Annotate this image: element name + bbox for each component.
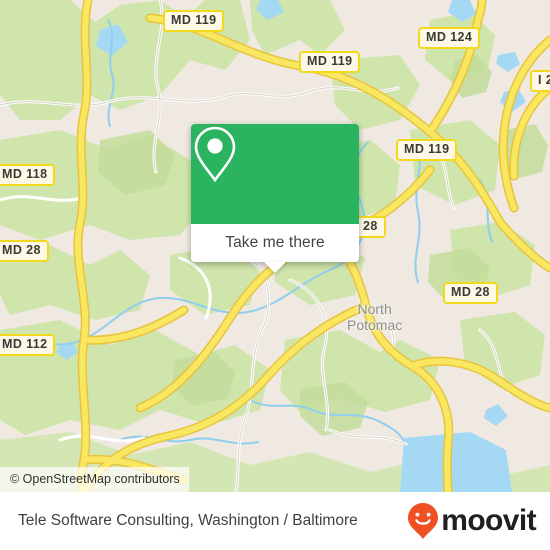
card-image-area xyxy=(191,124,359,224)
card-pointer-tail xyxy=(264,262,286,273)
card-action-area[interactable]: Take me there xyxy=(191,224,359,273)
moovit-pin-smile-icon xyxy=(408,503,439,539)
road-shield: MD 28 xyxy=(443,282,498,304)
map-pin-icon xyxy=(194,126,236,183)
moovit-wordmark: moovit xyxy=(441,504,536,537)
map-canvas[interactable]: MD 119 MD 119 MD 124 I 270 MD 119 MD 118… xyxy=(0,0,550,492)
road-shield: I 270 xyxy=(530,70,550,92)
road-shield: MD 119 xyxy=(163,10,225,32)
road-shield: MD 119 xyxy=(396,139,458,161)
road-shield: MD 124 xyxy=(418,27,481,49)
moovit-logo[interactable]: moovit xyxy=(406,502,537,540)
map-attribution[interactable]: © OpenStreetMap contributors xyxy=(0,467,189,492)
road-shield: MD 118 xyxy=(0,164,56,186)
road-shield: 28 xyxy=(355,216,386,238)
bottom-bar: Tele Software Consulting, Washington / B… xyxy=(0,492,550,550)
road-shield: MD 112 xyxy=(0,334,56,356)
road-shield: MD 119 xyxy=(299,51,361,73)
take-me-there-label: Take me there xyxy=(225,234,325,251)
place-label-north-potomac: North Potomac xyxy=(347,301,403,333)
map-screenshot: MD 119 MD 119 MD 124 I 270 MD 119 MD 118… xyxy=(0,0,550,550)
location-title: Tele Software Consulting, Washington / B… xyxy=(18,512,358,529)
road-shield: MD 28 xyxy=(0,240,49,262)
destination-card[interactable]: Take me there xyxy=(191,124,359,273)
